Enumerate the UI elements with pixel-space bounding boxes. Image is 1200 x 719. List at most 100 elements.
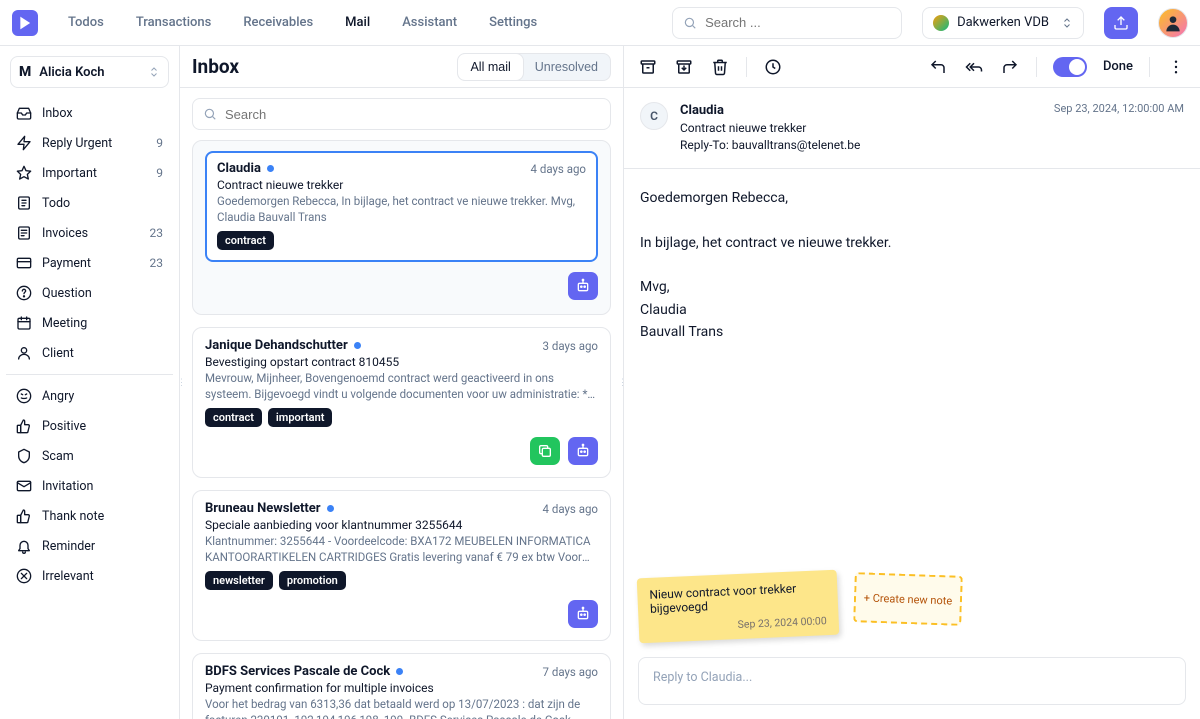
sidebar-item-todo[interactable]: Todo <box>6 188 173 218</box>
thread-bot-button[interactable] <box>568 272 598 300</box>
more-menu-button[interactable] <box>1166 57 1186 77</box>
nav-settings[interactable]: Settings <box>489 15 537 30</box>
snooze-button[interactable] <box>763 57 783 77</box>
thread-card[interactable]: Janique Dehandschutter3 days agoBevestig… <box>192 327 611 478</box>
user-avatar[interactable] <box>1158 8 1188 38</box>
thread-snippet: Goedemorgen Rebecca, In bijlage, het con… <box>217 194 586 225</box>
sender-avatar: C <box>640 102 668 130</box>
app-logo[interactable] <box>12 10 38 36</box>
sidebar-item-meeting[interactable]: Meeting <box>6 308 173 338</box>
help-icon <box>16 285 32 301</box>
thread-bot-button[interactable] <box>568 600 598 628</box>
sidebar-item-reminder[interactable]: Reminder <box>6 531 173 561</box>
x-icon <box>16 568 32 584</box>
sidebar-item-invitation[interactable]: Invitation <box>6 471 173 501</box>
list-filter-segment: All mail Unresolved <box>457 53 611 81</box>
undo-button[interactable] <box>928 57 948 77</box>
reply-to: Reply-To: bauvalltrans@telenet.be <box>680 138 860 152</box>
list-title: Inbox <box>192 55 239 78</box>
company-avatar <box>933 15 949 31</box>
sender-name: Claudia <box>680 103 724 118</box>
angry-icon <box>16 388 32 404</box>
pane-resize-handle[interactable]: ⋮ <box>180 378 185 388</box>
nav-transactions[interactable]: Transactions <box>136 15 212 30</box>
thread-tag: newsletter <box>205 571 273 590</box>
archive-button[interactable] <box>638 57 658 77</box>
reply-all-button[interactable] <box>964 57 984 77</box>
account-switcher[interactable]: M Alicia Koch <box>10 56 169 88</box>
nav-receivables[interactable]: Receivables <box>243 15 313 30</box>
create-note-button[interactable]: + Create new note <box>853 572 963 626</box>
message-subject: Contract nieuwe trekker <box>680 121 806 135</box>
sidebar-item-label: Inbox <box>42 106 73 121</box>
sidebar: M Alicia Koch Inbox Reply Urgent 9 Importan… <box>0 46 180 719</box>
company-switcher[interactable]: Dakwerken VDB <box>922 7 1084 39</box>
thread-search-input[interactable] <box>225 107 600 122</box>
sidebar-item-inbox[interactable]: Inbox <box>6 98 173 128</box>
bolt-icon <box>16 135 32 151</box>
chevron-updown-icon <box>148 66 160 78</box>
sidebar-item-scam[interactable]: Scam <box>6 441 173 471</box>
sidebar-item-reply-urgent[interactable]: Reply Urgent 9 <box>6 128 173 158</box>
sticky-note-date: Sep 23, 2024 00:00 <box>651 614 827 635</box>
done-toggle[interactable] <box>1053 57 1087 77</box>
sidebar-item-important[interactable]: Important9 <box>6 158 173 188</box>
thread-subject: Payment confirmation for multiple invoic… <box>205 681 598 695</box>
message-body: Goedemorgen Rebecca, In bijlage, het con… <box>624 169 1200 362</box>
thread-copy-button[interactable] <box>530 437 560 465</box>
thread-subject: Speciale aanbieding voor klantnummer 325… <box>205 518 598 532</box>
thread-time: 7 days ago <box>543 665 598 679</box>
upload-button[interactable] <box>1104 7 1138 39</box>
sidebar-item-count: 9 <box>156 136 163 150</box>
card-icon <box>16 255 32 271</box>
chevron-updown-icon <box>1061 17 1073 29</box>
thread-card[interactable]: Claudia4 days agoContract nieuwe trekker… <box>192 140 611 315</box>
sidebar-item-label: Thank note <box>42 509 104 524</box>
message-timestamp: Sep 23, 2024, 12:00:00 AM <box>1054 102 1184 154</box>
account-name: Alicia Koch <box>39 65 104 80</box>
message-detail-pane: Done C Claudia Contract nieuwe trekker R… <box>624 46 1200 719</box>
nav-todos[interactable]: Todos <box>68 15 104 30</box>
thread-snippet: Mevrouw, Mijnheer, Bovengenoemd contract… <box>205 371 598 402</box>
thumb-icon <box>16 508 32 524</box>
seg-all-mail[interactable]: All mail <box>458 54 522 80</box>
thread-time: 4 days ago <box>531 162 586 176</box>
nav-mail[interactable]: Mail <box>345 15 370 30</box>
global-search-input[interactable] <box>705 15 891 30</box>
thread-tag: contract <box>217 231 274 250</box>
sidebar-item-invoices[interactable]: Invoices23 <box>6 218 173 248</box>
user-icon <box>16 345 32 361</box>
sidebar-item-question[interactable]: Question <box>6 278 173 308</box>
sidebar-item-label: Client <box>42 346 74 361</box>
move-button[interactable] <box>674 57 694 77</box>
shield-icon <box>16 448 32 464</box>
thread-snippet: Voor het bedrag van 6313,36 dat betaald … <box>205 697 598 719</box>
sidebar-item-thank-note[interactable]: Thank note <box>6 501 173 531</box>
sidebar-item-label: Todo <box>42 196 70 211</box>
thread-card[interactable]: Bruneau Newsletter4 days agoSpeciale aan… <box>192 490 611 641</box>
thread-search[interactable] <box>192 98 611 130</box>
thread-bot-button[interactable] <box>568 437 598 465</box>
sidebar-item-label: Invoices <box>42 226 88 241</box>
sidebar-item-payment[interactable]: Payment23 <box>6 248 173 278</box>
sidebar-item-label: Reply Urgent <box>42 136 112 151</box>
sidebar-item-positive[interactable]: Positive <box>6 411 173 441</box>
thread-sender: Claudia <box>217 161 261 176</box>
company-name: Dakwerken VDB <box>957 15 1049 30</box>
seg-unresolved[interactable]: Unresolved <box>523 54 610 80</box>
unread-dot-icon <box>396 668 403 675</box>
nav-assistant[interactable]: Assistant <box>402 15 457 30</box>
forward-button[interactable] <box>1000 57 1020 77</box>
sidebar-item-irrelevant[interactable]: Irrelevant <box>6 561 173 591</box>
global-search[interactable] <box>672 7 902 39</box>
sidebar-item-client[interactable]: Client <box>6 338 173 368</box>
unread-dot-icon <box>267 165 274 172</box>
delete-button[interactable] <box>710 57 730 77</box>
sticky-note[interactable]: Nieuw contract voor trekker bijgevoegd S… <box>637 570 840 644</box>
sidebar-item-label: Question <box>42 286 92 301</box>
sidebar-item-label: Positive <box>42 419 86 434</box>
reply-input[interactable]: Reply to Claudia... <box>638 657 1186 705</box>
thread-card[interactable]: BDFS Services Pascale de Cock7 days agoP… <box>192 653 611 719</box>
sidebar-item-angry[interactable]: Angry <box>6 381 173 411</box>
thread-list-pane: Inbox All mail Unresolved Claudia 4 days … <box>180 46 624 719</box>
